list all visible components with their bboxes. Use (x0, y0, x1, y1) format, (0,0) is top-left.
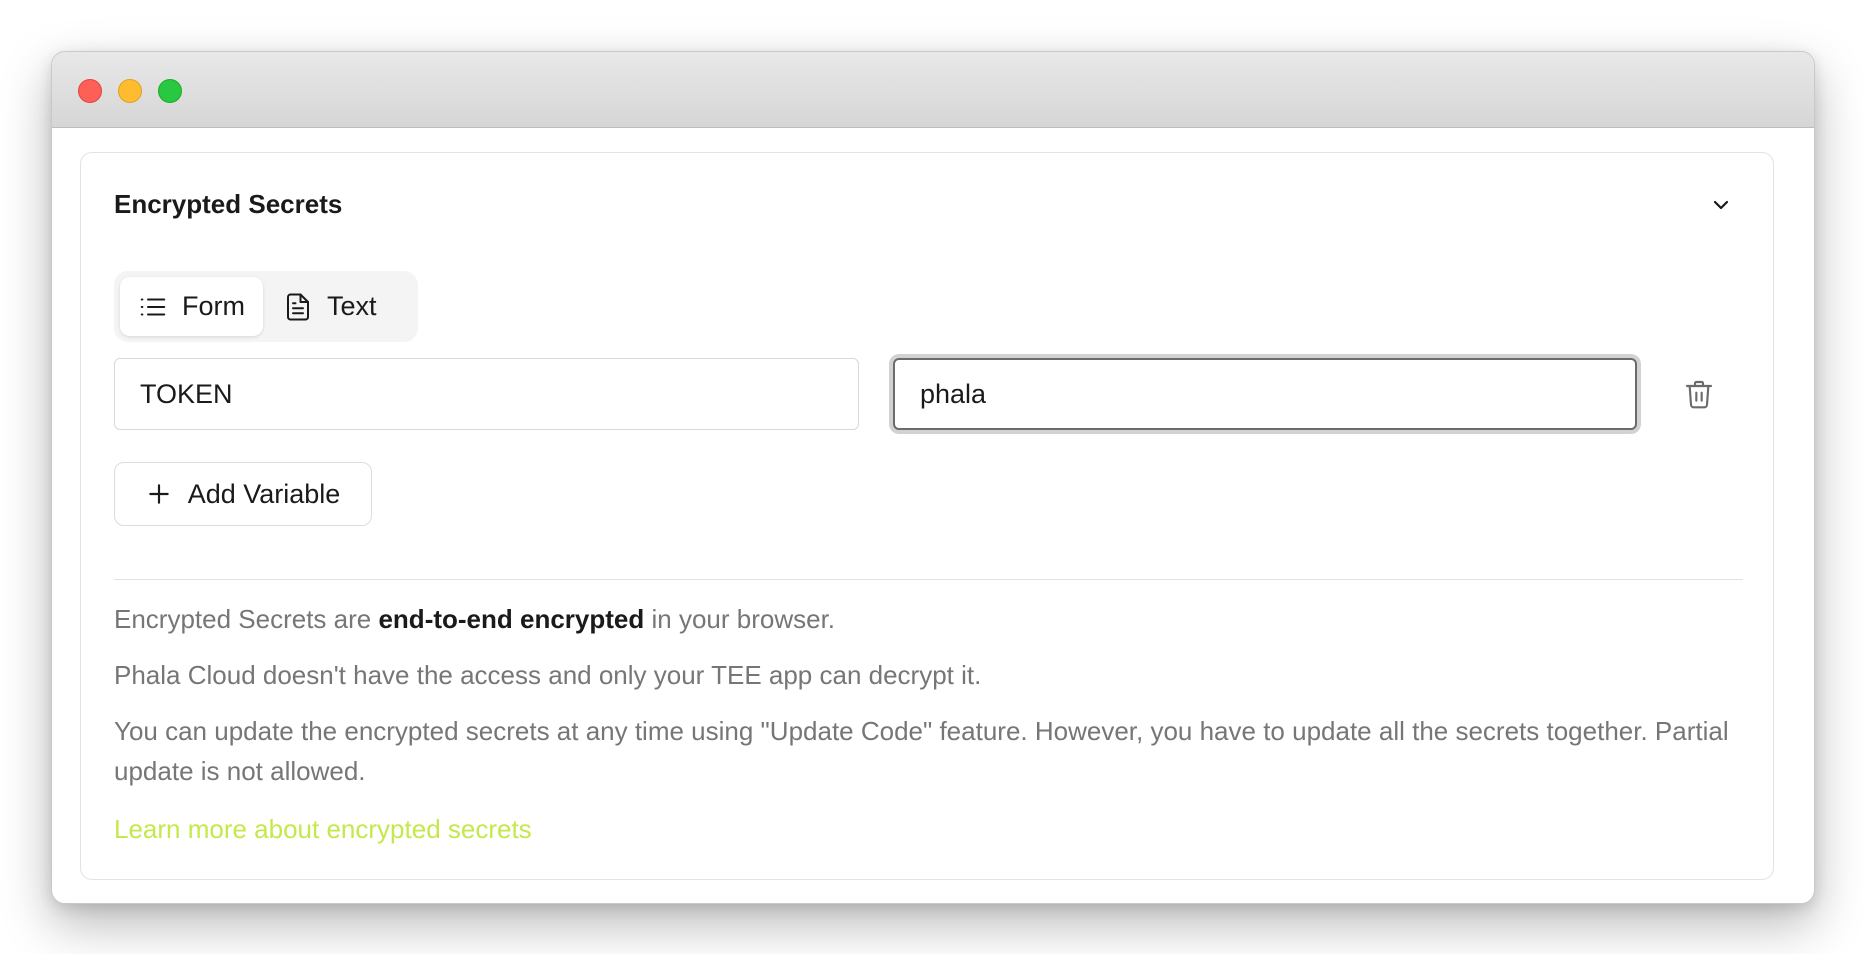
panel-title: Encrypted Secrets (114, 189, 343, 219)
form-mode-label: Form (182, 291, 245, 321)
chevron-down-icon[interactable] (1709, 193, 1733, 217)
trash-icon[interactable] (1683, 378, 1715, 410)
text-mode-tab[interactable]: Text (265, 277, 395, 336)
encrypted-secrets-panel: Encrypted Secrets Form Text TOKEN phala … (80, 152, 1774, 880)
info-text-1b: in your browser. (644, 604, 836, 634)
window-close-button[interactable] (78, 79, 102, 103)
form-mode-tab[interactable]: Form (120, 277, 263, 336)
add-variable-label: Add Variable (187, 478, 341, 509)
file-text-icon (287, 293, 309, 320)
info-paragraph-1: Encrypted Secrets are end-to-end encrypt… (114, 599, 1743, 639)
info-paragraph-3: You can update the encrypted secrets at … (114, 716, 1729, 786)
window-titlebar (52, 52, 1814, 128)
plus-icon (148, 484, 169, 504)
window-minimize-button[interactable] (118, 79, 142, 103)
section-divider (114, 579, 1743, 580)
variable-key-input[interactable] (114, 358, 859, 430)
window-maximize-button[interactable] (158, 79, 182, 103)
add-variable-button[interactable]: Add Variable (114, 462, 372, 526)
info-text-1a: Encrypted Secrets are (114, 604, 379, 634)
learn-more-link[interactable]: Learn more about encrypted secrets (114, 809, 532, 849)
text-mode-label: Text (327, 291, 377, 321)
variable-value-input[interactable] (893, 358, 1637, 430)
info-text-1-bold: end-to-end encrypted (378, 604, 645, 634)
info-paragraph-2: Phala Cloud doesn't have the access and … (114, 660, 982, 690)
mode-toggle-group: Form Text (114, 271, 418, 342)
list-icon (140, 298, 166, 315)
app-window: Encrypted Secrets Form Text TOKEN phala … (51, 51, 1815, 904)
